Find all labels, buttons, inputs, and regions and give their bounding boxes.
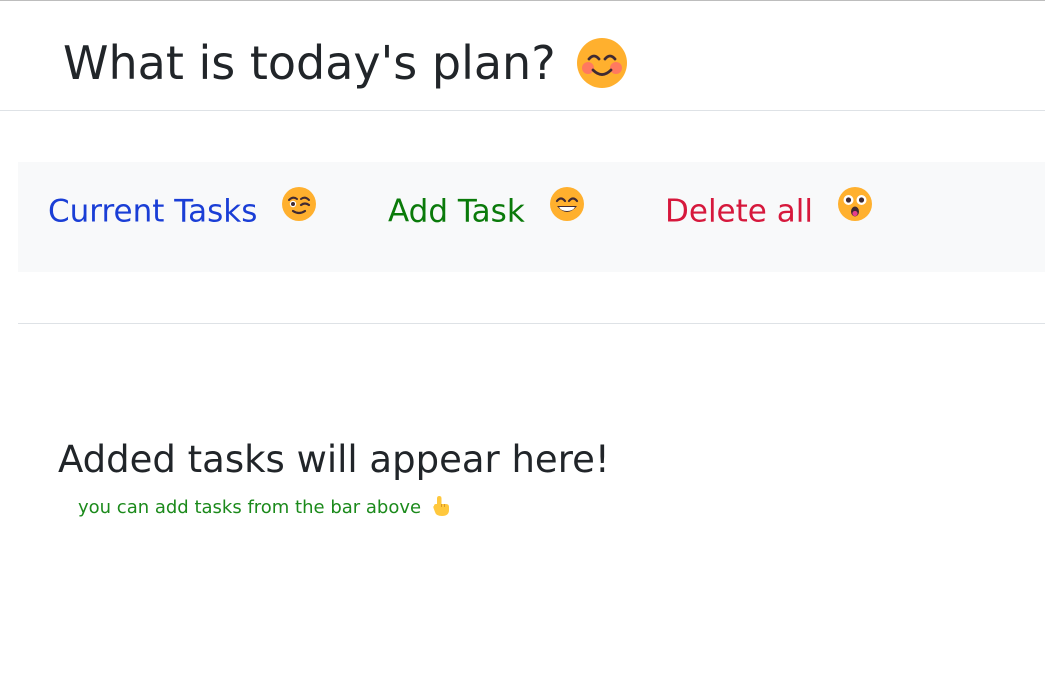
section-divider [18,323,1045,324]
nav-delete-all[interactable]: Delete all [665,182,873,242]
empty-state-hint-text: you can add tasks from the bar above [78,497,422,518]
page-header: What is today's plan? [0,1,1045,111]
beaming-face-icon [549,186,585,222]
winking-face-icon [281,186,317,222]
page-title: What is today's plan? [63,33,628,93]
smiling-face-icon [576,37,628,89]
task-navbar: Current Tasks Add Task Delete all [18,162,1045,272]
astonished-face-icon [837,186,873,222]
nav-current-tasks[interactable]: Current Tasks [48,182,317,242]
empty-state-hint: you can add tasks from the bar above [78,494,451,522]
nav-delete-all-label: Delete all [665,193,813,230]
nav-current-tasks-label: Current Tasks [48,193,258,230]
nav-add-task[interactable]: Add Task [388,182,585,242]
page-title-text: What is today's plan? [63,36,556,90]
nav-add-task-label: Add Task [388,193,525,230]
empty-state-title: Added tasks will appear here! [58,438,610,481]
pointing-up-hand-icon [431,495,451,517]
